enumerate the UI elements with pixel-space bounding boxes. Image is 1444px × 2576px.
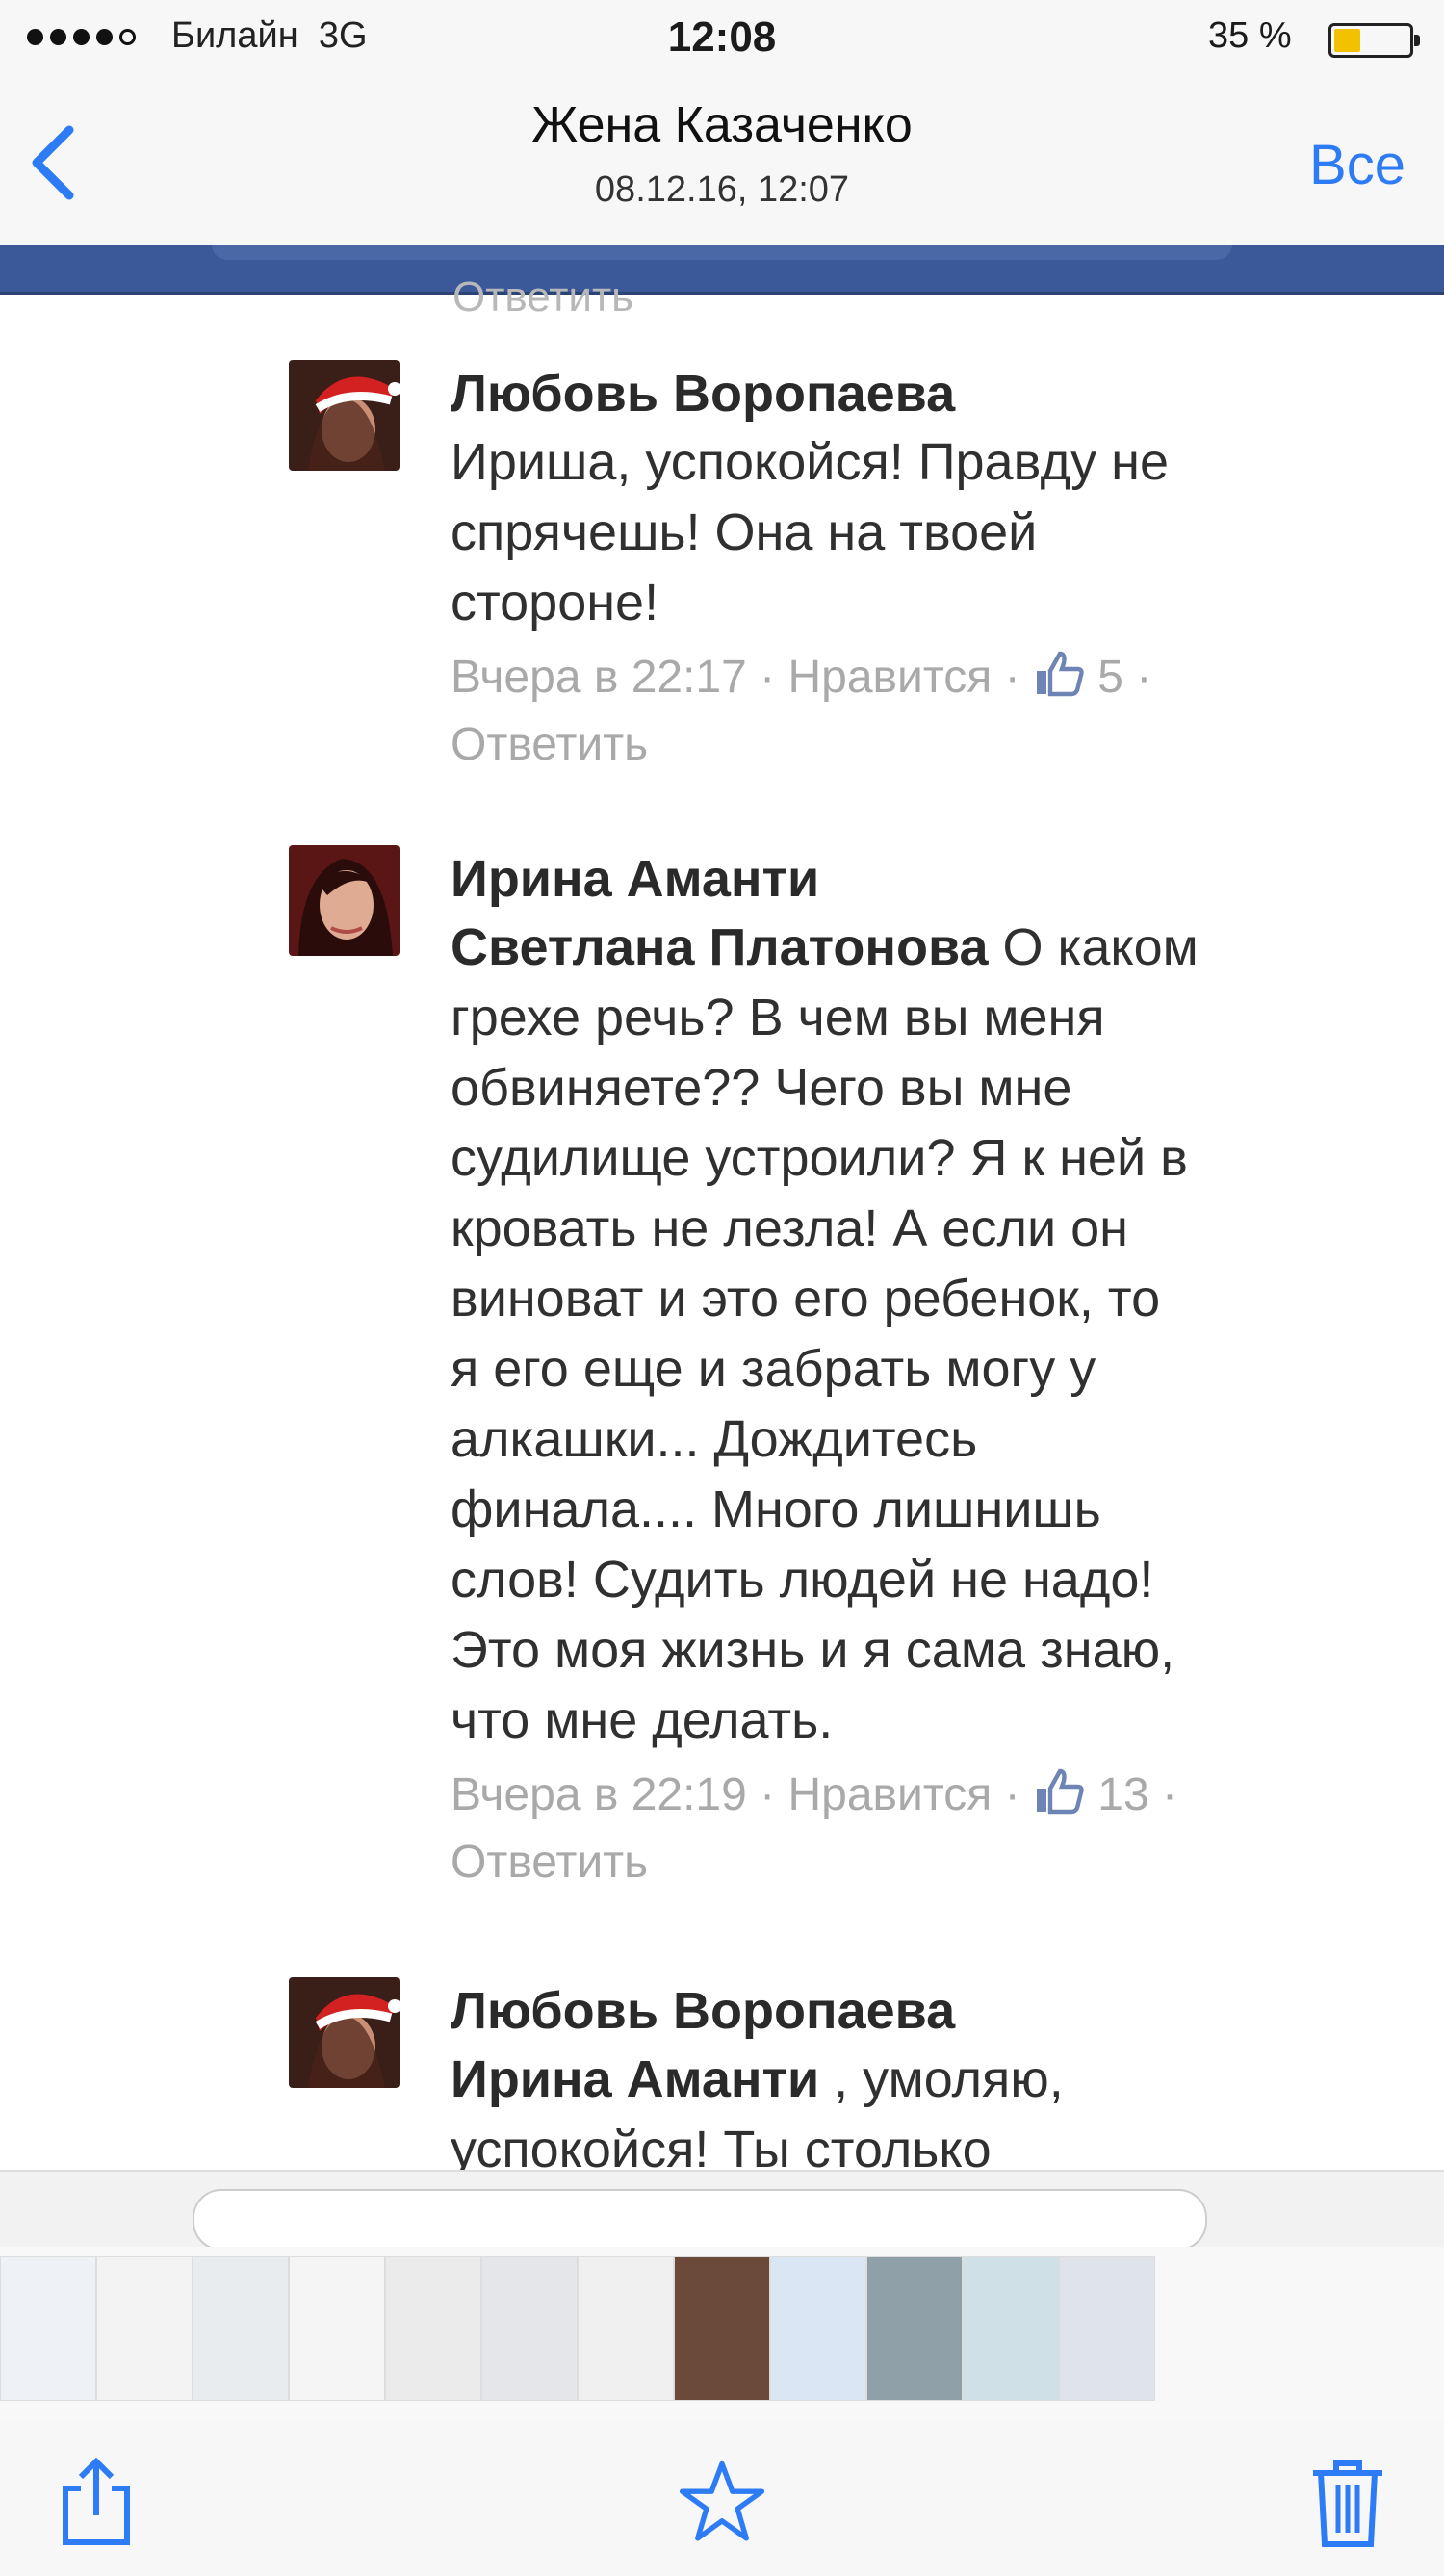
thumbs-up-icon <box>1036 651 1084 697</box>
cut-off-reply-link: Ответить <box>452 273 634 321</box>
star-icon <box>679 2460 765 2541</box>
photo-content: Ответить Любовь Воропаева Ириша, успокой… <box>0 245 1444 2170</box>
photo-date: 08.12.16, 12:07 <box>594 169 850 210</box>
photo-thumbnail[interactable] <box>0 2256 96 2401</box>
delete-button[interactable] <box>1295 2449 1401 2555</box>
photo-thumbnail[interactable] <box>385 2256 481 2401</box>
reply-link[interactable]: Ответить <box>451 711 1394 779</box>
comment-text: Светлана Платонова О каком грехе речь? В… <box>451 918 1199 1749</box>
photo-thumbnail[interactable] <box>481 2256 578 2401</box>
mention-link[interactable]: Светлана Платонова <box>451 918 989 976</box>
comment-author[interactable]: Любовь Воропаева <box>451 360 1394 427</box>
bottom-toolbar <box>0 2420 1444 2576</box>
battery-percent: 35 % <box>1208 15 1292 56</box>
thumbs-up-icon <box>1036 1768 1084 1815</box>
comment-meta: Вчера в 22:17 · Нравится · 5 · Ответить <box>451 644 1394 779</box>
photo-thumbnail[interactable] <box>963 2256 1059 2401</box>
like-count: 13 <box>1097 1769 1149 1820</box>
photo-thumbnail[interactable] <box>289 2256 385 2401</box>
comment-text: Ирина Аманти , умоляю, успокойся! Ты сто… <box>451 2050 1064 2170</box>
comment-meta: Вчера в 22:19 · Нравится · 13 · Ответить <box>451 1762 1394 1896</box>
photo-thumbnail[interactable] <box>578 2256 674 2401</box>
facebook-header-strip <box>0 245 1444 295</box>
photo-thumbnail[interactable] <box>866 2256 963 2401</box>
like-link[interactable]: Нравится <box>787 652 992 703</box>
all-photos-button[interactable]: Все <box>1309 133 1405 197</box>
comment-time: Вчера в 22:19 <box>451 1769 747 1820</box>
like-count: 5 <box>1097 652 1123 703</box>
comment-input-bar <box>0 2170 1444 2251</box>
battery-icon <box>1328 23 1420 58</box>
comment-author[interactable]: Ирина Аманти <box>451 845 1394 913</box>
status-bar: Билайн 3G 12:08 35 % <box>0 0 1444 81</box>
mention-link[interactable]: Ирина Аманти <box>451 2050 819 2108</box>
share-icon <box>63 2457 130 2545</box>
photo-thumbnail[interactable] <box>1059 2256 1155 2401</box>
photo-viewer-nav-bar: Жена Казаченко 08.12.16, 12:07 Все <box>0 81 1444 245</box>
comment-input[interactable] <box>193 2189 1207 2251</box>
avatar <box>289 1977 400 2088</box>
photo-thumbnail[interactable] <box>96 2256 193 2401</box>
photo-thumbnail-selected[interactable] <box>770 2256 866 2401</box>
avatar <box>289 845 400 956</box>
photo-thumbnail[interactable] <box>674 2256 770 2401</box>
photo-thumbnail[interactable] <box>193 2256 289 2401</box>
photo-thumbnail-strip <box>0 2247 1444 2420</box>
reply-link[interactable]: Ответить <box>451 1829 1394 1896</box>
trash-icon <box>1313 2460 1382 2547</box>
avatar <box>289 360 400 471</box>
favorite-button[interactable] <box>669 2449 775 2555</box>
comment-time: Вчера в 22:17 <box>451 652 747 703</box>
share-button[interactable] <box>43 2449 149 2555</box>
comment-author[interactable]: Любовь Воропаева <box>451 1977 1394 2045</box>
comment-text: Ириша, успокойся! Правду не спрячешь! Он… <box>451 433 1170 631</box>
like-link[interactable]: Нравится <box>787 1769 992 1820</box>
album-title: Жена Казаченко <box>531 97 913 153</box>
